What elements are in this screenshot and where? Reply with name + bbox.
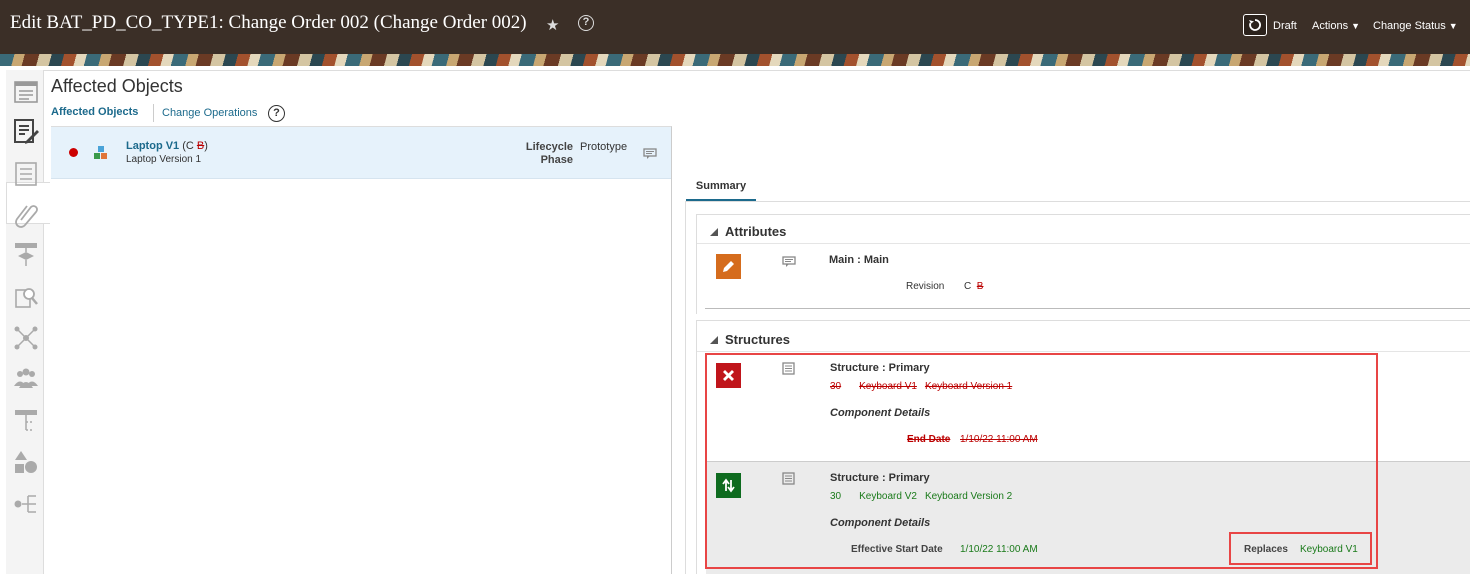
attributes-header[interactable]: Attributes [710, 224, 786, 239]
tab-summary[interactable]: Summary [686, 180, 756, 201]
draft-label: Draft [1273, 20, 1297, 32]
item-name-link[interactable]: Laptop V1 (C B) [126, 140, 208, 152]
revision-close: ) [204, 140, 208, 152]
revision-open: (C [182, 140, 194, 152]
hierarchy-icon[interactable] [12, 406, 40, 434]
collapse-triangle-icon[interactable] [710, 336, 718, 344]
lifecycle-label-line2: Phase [540, 154, 573, 166]
favorite-star-icon[interactable]: ★ [546, 16, 559, 34]
comment-icon[interactable] [643, 148, 657, 160]
item-description: Laptop Version 1 [126, 154, 202, 165]
workflow-icon[interactable] [12, 240, 40, 268]
chevron-down-icon: ▼ [1351, 21, 1360, 31]
actions-label: Actions [1312, 20, 1349, 32]
draft-button[interactable] [1243, 14, 1267, 36]
search-document-icon[interactable] [12, 282, 40, 310]
help-icon[interactable]: ? [578, 15, 594, 31]
checklist-icon[interactable] [12, 160, 40, 188]
section-title: Affected Objects [51, 76, 183, 96]
shapes-icon[interactable] [12, 448, 40, 476]
edit-document-icon[interactable] [12, 117, 40, 145]
lifecycle-label-line1: Lifecycle [525, 141, 573, 153]
edit-action-badge [716, 254, 741, 279]
revision-new: C [964, 281, 972, 292]
relationship-icon[interactable] [12, 490, 40, 518]
structures-title: Structures [725, 332, 791, 347]
revision-old: B [976, 281, 984, 292]
change-status-menu[interactable]: Change Status ▼ [1373, 20, 1458, 32]
list-item[interactable]: Laptop V1 (C B) Laptop Version 1 Lifecyc… [51, 127, 671, 179]
overview-icon[interactable] [12, 78, 40, 106]
page-title: Edit BAT_PD_CO_TYPE1: Change Order 002 (… [10, 12, 527, 33]
attributes-title: Attributes [725, 224, 787, 239]
revision-value: C B [964, 281, 983, 292]
item-cubes-icon [94, 146, 107, 159]
comment-icon[interactable] [782, 256, 796, 268]
lifecycle-label: Lifecycle Phase [521, 141, 573, 167]
collapse-triangle-icon[interactable] [710, 228, 718, 236]
help-icon[interactable]: ? [268, 105, 285, 122]
change-status-label: Change Status [1373, 20, 1446, 32]
left-rail [6, 70, 50, 574]
network-icon[interactable] [12, 324, 40, 352]
people-icon[interactable] [12, 364, 40, 392]
decorative-banner [0, 54, 1470, 66]
attributes-section [696, 214, 1470, 314]
attribute-group-label: Main : Main [829, 254, 889, 266]
tab-change-operations[interactable]: Change Operations [162, 107, 257, 119]
divider [705, 308, 1470, 309]
page-header: Edit BAT_PD_CO_TYPE1: Change Order 002 (… [0, 0, 1470, 54]
refresh-icon [1249, 19, 1261, 31]
divider [697, 351, 1470, 352]
actions-menu[interactable]: Actions ▼ [1312, 20, 1360, 32]
revision-label: Revision [906, 281, 945, 292]
chevron-down-icon: ▼ [1448, 21, 1458, 31]
pencil-icon [723, 261, 734, 272]
divider [697, 243, 1470, 244]
status-dot-icon [69, 148, 78, 157]
affected-objects-list: Laptop V1 (C B) Laptop Version 1 Lifecyc… [51, 126, 672, 574]
tab-divider [153, 104, 154, 122]
item-name[interactable]: Laptop V1 [126, 140, 179, 152]
structures-header[interactable]: Structures [710, 332, 790, 347]
item-revision: (C B) [182, 140, 208, 152]
attachment-icon[interactable] [12, 200, 40, 228]
highlight-box-replaces [1229, 532, 1372, 565]
lifecycle-value: Prototype [580, 141, 628, 153]
tab-affected-objects[interactable]: Affected Objects [51, 106, 138, 118]
